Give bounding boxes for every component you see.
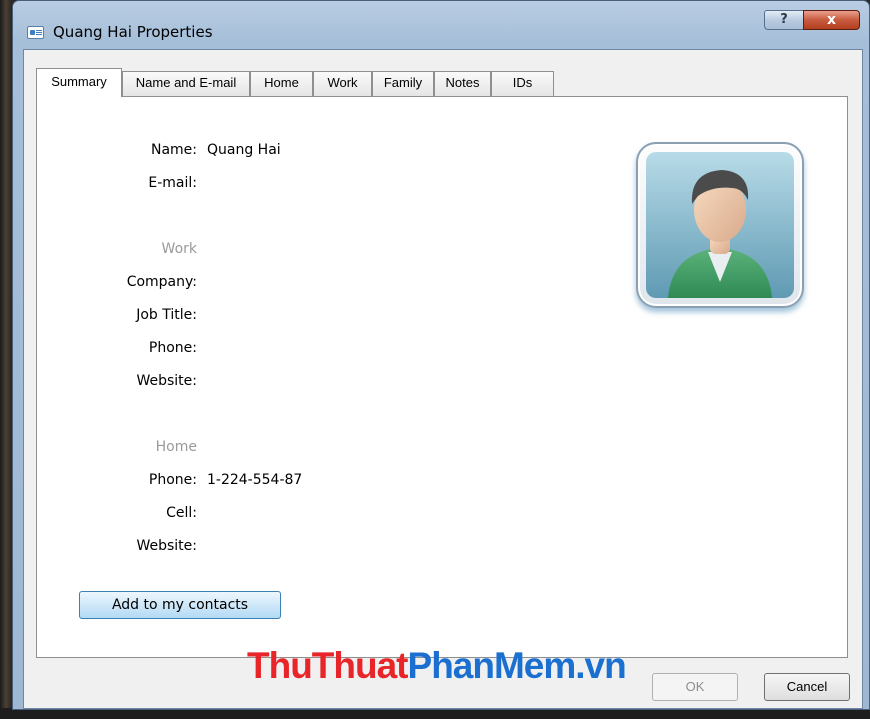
name-label: Name: [150,142,197,158]
tab-family[interactable]: Family [372,71,434,96]
home-section-heading: Home [155,439,197,455]
desktop-background [0,0,12,719]
tab-home[interactable]: Home [250,71,313,96]
help-button[interactable]: ? [764,10,804,30]
work-website-label: Website: [136,373,197,389]
tab-summary[interactable]: Summary [36,68,122,97]
watermark-part2: PhanMem.vn [407,645,627,686]
summary-panel: Name: Quang Hai E-mail: Work Company: Jo… [36,96,848,658]
cancel-button[interactable]: Cancel [764,673,850,701]
watermark-part1: ThuThuat [247,645,409,686]
work-phone-label: Phone: [148,340,197,356]
home-website-label: Website: [136,538,197,554]
default-user-avatar-icon [646,152,794,298]
tab-work[interactable]: Work [313,71,372,96]
properties-window: Quang Hai Properties ? x Summary Name an… [12,0,870,710]
work-job-title-label: Job Title: [136,307,197,323]
work-company-label: Company: [126,274,197,290]
name-value: Quang Hai [207,142,281,158]
home-phone-value: 1-224-554-87 [207,472,303,488]
home-phone-label: Phone: [148,472,197,488]
contact-photo-frame[interactable] [636,142,804,308]
title-bar[interactable]: Quang Hai Properties ? x [13,1,869,41]
window-title: Quang Hai Properties [53,23,213,41]
tab-name-and-email[interactable]: Name and E-mail [122,71,250,96]
contact-card-icon [27,26,44,39]
site-watermark: ThuThuatPhanMem.vn [247,645,627,687]
email-label: E-mail: [148,175,197,191]
ok-button[interactable]: OK [652,673,738,701]
tab-ids[interactable]: IDs [491,71,554,96]
dialog-client-area: Summary Name and E-mail Home Work Family… [23,49,863,709]
work-section-heading: Work [161,241,197,257]
close-button[interactable]: x [803,10,860,30]
home-cell-label: Cell: [166,505,197,521]
tab-notes[interactable]: Notes [434,71,491,96]
add-to-contacts-button[interactable]: Add to my contacts [79,591,281,619]
